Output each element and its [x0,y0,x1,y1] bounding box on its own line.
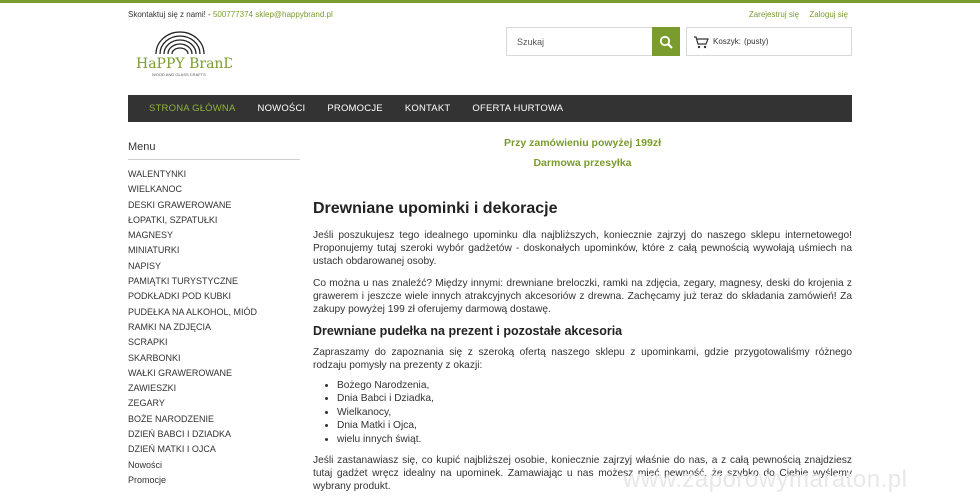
phone-link[interactable]: 500777374 [213,10,253,19]
logo-text: HaPPY BranD [136,56,232,72]
top-accent-line [0,0,980,3]
sidebar-item[interactable]: ZAWIESZKI [128,381,300,396]
search-button[interactable] [652,27,680,56]
email-link[interactable]: sklep@happybrand.pl [255,10,333,19]
sidebar-item[interactable]: ŁOPATKI, SZPATUŁKI [128,213,300,228]
account-links: Zarejestruj się Zaloguj się [741,10,848,19]
promo-free-shipping: Darmowa przesyłka [533,157,632,169]
sidebar-item[interactable]: WAŁKI GRAWEROWANE [128,366,300,381]
products-paragraph: Co można u nas znaleźć? Między innymi: d… [313,278,852,315]
search-icon [659,35,673,49]
cart-icon [694,35,709,48]
contact-info: Skontaktuj się z nami! - 500777374 sklep… [128,10,333,19]
sidebar-item[interactable]: DZIEŃ BABCI I DZIADKA [128,427,300,442]
menu-list: WALENTYNKI WIELKANOC DESKI GRAWEROWANE Ł… [128,167,300,488]
sidebar-item[interactable]: Nowości [128,458,300,473]
occasions-intro: Zapraszamy do zapoznania się z szeroką o… [313,347,852,371]
section-heading: Drewniane pudełka na prezent i pozostałe… [313,324,623,338]
sidebar-item[interactable]: NAPISY [128,259,300,274]
sidebar-item[interactable]: MAGNESY [128,228,300,243]
promo-threshold: Przy zamówieniu powyżej 199zł [504,137,661,149]
list-item: Dnia Matki i Ojca, [337,419,434,432]
main-nav: Strona główna Nowości Promocje Kontakt O… [128,95,852,122]
sidebar-menu: Menu WALENTYNKI WIELKANOC DESKI GRAWEROW… [128,141,300,488]
register-link[interactable]: Zarejestruj się [749,10,799,19]
sidebar-item[interactable]: PAMIĄTKI TURYSTYCZNE [128,274,300,289]
sidebar-item[interactable]: MINIATURKI [128,243,300,258]
list-item: Wielkanocy, [337,406,434,419]
nav-promotions[interactable]: Promocje [316,103,393,114]
nav-home[interactable]: Strona główna [138,103,247,114]
contact-prefix: Skontaktuj się z nami! - [128,10,211,19]
sidebar-item[interactable]: SKARBONKI [128,351,300,366]
intro-paragraph: Jeśli poszukujesz tego idealnego upomink… [313,230,852,267]
occasions-list: Bożego Narodzenia, Dnia Babci i Dziadka,… [337,379,434,446]
sidebar-item[interactable]: WALENTYNKI [128,167,300,182]
login-link[interactable]: Zaloguj się [809,10,848,19]
cart-label: Koszyk: [713,37,742,46]
sidebar-item[interactable]: BOŻE NARODZENIE [128,412,300,427]
list-item: Bożego Narodzenia, [337,379,434,392]
page-title: Drewniane upominki i dekoracje [313,200,558,217]
search-input[interactable]: Szukaj [506,27,653,56]
list-item: wielu innych świąt. [337,433,434,446]
list-item: Dnia Babci i Dziadka, [337,392,434,405]
nav-new[interactable]: Nowości [247,103,317,114]
logo-tagline: WOOD AND GLASS CRAFTS [152,72,206,77]
watermark: www.zaporowymaraton.pl [623,466,908,493]
nav-contact[interactable]: Kontakt [394,103,462,114]
sidebar-item[interactable]: ZEGARY [128,396,300,411]
sidebar-item[interactable]: WIELKANOC [128,182,300,197]
sidebar-item[interactable]: Promocje [128,473,300,488]
sidebar-item[interactable]: DESKI GRAWEROWANE [128,198,300,213]
menu-title: Menu [128,141,300,160]
sidebar-item[interactable]: SCRAPKI [128,335,300,350]
sidebar-item[interactable]: RAMKI NA ZDJĘCIA [128,320,300,335]
logo[interactable]: HaPPY BranD WOOD AND GLASS CRAFTS [132,30,235,80]
sidebar-item[interactable]: DZIEŃ MATKI I OJCA [128,442,300,457]
cart-widget[interactable]: Koszyk: (pusty) [686,27,852,56]
sidebar-item[interactable]: PUDEŁKA NA ALKOHOL, MIÓD [128,305,300,320]
cart-status: (pusty) [744,37,769,46]
logo-image: HaPPY BranD WOOD AND GLASS CRAFTS [136,31,235,77]
sidebar-item[interactable]: PODKŁADKI POD KUBKI [128,289,300,304]
nav-wholesale[interactable]: Oferta hurtowa [461,103,574,114]
